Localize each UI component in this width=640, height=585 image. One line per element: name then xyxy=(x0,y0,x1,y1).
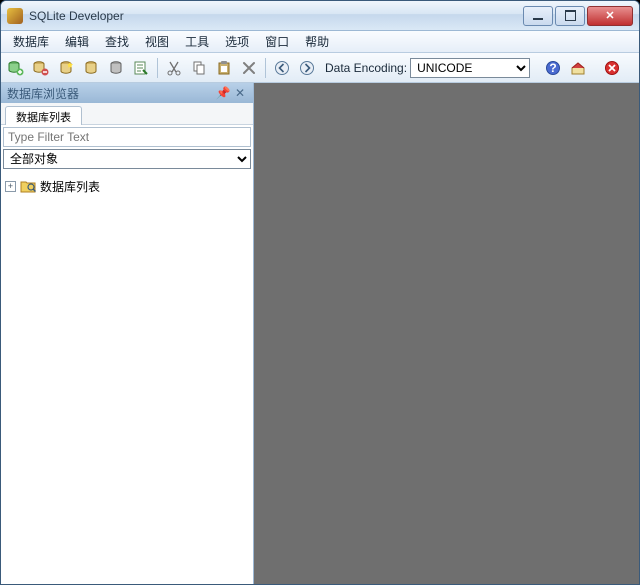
menubar: 数据库 编辑 查找 视图 工具 选项 窗口 帮助 xyxy=(1,31,639,53)
titlebar: SQLite Developer xyxy=(1,1,639,31)
database-browser-panel: 数据库浏览器 📌 ✕ 数据库列表 全部对象 + 数据库列表 xyxy=(1,83,254,584)
copy-button[interactable] xyxy=(188,57,210,79)
toolbar-separator xyxy=(157,58,158,78)
toolbar: Data Encoding: UNICODE ? xyxy=(1,53,639,83)
menu-window[interactable]: 窗口 xyxy=(257,30,297,53)
help-button[interactable]: ? xyxy=(542,57,564,79)
delete-button[interactable] xyxy=(238,57,260,79)
object-filter-select[interactable]: 全部对象 xyxy=(3,149,251,169)
close-database-button[interactable] xyxy=(105,57,127,79)
unregister-database-button[interactable] xyxy=(30,57,52,79)
svg-text:?: ? xyxy=(549,61,556,75)
close-button[interactable] xyxy=(587,6,633,26)
maximize-button[interactable] xyxy=(555,6,585,26)
expand-icon[interactable]: + xyxy=(5,181,16,192)
register-database-button[interactable] xyxy=(5,57,27,79)
menu-find[interactable]: 查找 xyxy=(97,30,137,53)
encoding-select[interactable]: UNICODE xyxy=(410,58,530,78)
paste-button[interactable] xyxy=(213,57,235,79)
minimize-button[interactable] xyxy=(523,6,553,26)
main-workspace xyxy=(254,83,639,584)
search-folder-icon xyxy=(20,179,36,193)
window-buttons xyxy=(521,6,633,26)
forward-button[interactable] xyxy=(296,57,318,79)
panel-close-icon[interactable]: ✕ xyxy=(233,86,247,100)
content-area: 数据库浏览器 📌 ✕ 数据库列表 全部对象 + 数据库列表 xyxy=(1,83,639,584)
menu-edit[interactable]: 编辑 xyxy=(57,30,97,53)
menu-help[interactable]: 帮助 xyxy=(297,30,337,53)
menu-options[interactable]: 选项 xyxy=(217,30,257,53)
toolbar-separator xyxy=(265,58,266,78)
panel-title: 数据库浏览器 xyxy=(7,85,79,102)
sql-editor-button[interactable] xyxy=(130,57,152,79)
tree-root-label: 数据库列表 xyxy=(40,178,100,195)
window-title: SQLite Developer xyxy=(29,9,521,23)
home-button[interactable] xyxy=(567,57,589,79)
cut-button[interactable] xyxy=(163,57,185,79)
database-tree: + 数据库列表 xyxy=(1,173,253,584)
panel-header: 数据库浏览器 📌 ✕ xyxy=(1,83,253,103)
pin-icon[interactable]: 📌 xyxy=(216,86,230,100)
panel-tabstrip: 数据库列表 xyxy=(1,103,253,125)
tree-root-row[interactable]: + 数据库列表 xyxy=(5,177,249,195)
open-database-button[interactable] xyxy=(80,57,102,79)
app-window: SQLite Developer 数据库 编辑 查找 视图 工具 选项 窗口 帮… xyxy=(0,0,640,585)
new-database-button[interactable] xyxy=(55,57,77,79)
back-button[interactable] xyxy=(271,57,293,79)
tab-database-list[interactable]: 数据库列表 xyxy=(5,106,82,125)
stop-button[interactable] xyxy=(601,57,623,79)
menu-tools[interactable]: 工具 xyxy=(177,30,217,53)
menu-view[interactable]: 视图 xyxy=(137,30,177,53)
encoding-label: Data Encoding: xyxy=(325,61,407,75)
menu-database[interactable]: 数据库 xyxy=(5,30,57,53)
filter-input[interactable] xyxy=(3,127,251,147)
app-icon xyxy=(7,8,23,24)
